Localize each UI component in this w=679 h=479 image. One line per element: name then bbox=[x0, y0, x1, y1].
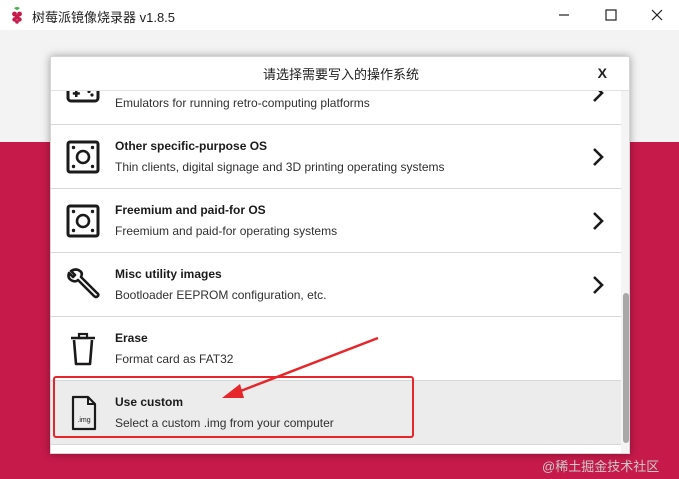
os-select-dialog: 请选择需要写入的操作系统 X Emulators for running ret… bbox=[50, 56, 630, 454]
item-description: Thin clients, digital signage and 3D pri… bbox=[115, 160, 445, 174]
list-item-use-custom[interactable]: .img Use custom Select a custom .img fro… bbox=[51, 381, 621, 445]
item-name: Use custom bbox=[115, 395, 184, 409]
img-file-icon: .img bbox=[71, 395, 97, 431]
chevron-right-icon bbox=[593, 212, 604, 230]
gamepad-icon bbox=[66, 91, 100, 103]
img-file-icon-label: .img bbox=[77, 417, 90, 424]
dialog-title: 请选择需要写入的操作系统 bbox=[262, 67, 419, 82]
item-description: Bootloader EEPROM configuration, etc. bbox=[115, 288, 327, 302]
list-scrollbar[interactable] bbox=[621, 91, 629, 453]
window-titlebar: 树莓派镜像烧录器 v1.8.5 bbox=[0, 0, 679, 30]
os-list: Emulators for running retro-computing pl… bbox=[51, 91, 621, 453]
trash-icon bbox=[71, 332, 95, 366]
raspberry-icon bbox=[12, 7, 22, 24]
maximize-icon bbox=[605, 9, 617, 21]
minimize-button[interactable] bbox=[541, 0, 587, 30]
board-icon bbox=[66, 204, 100, 238]
window-title: 树莓派镜像烧录器 v1.8.5 bbox=[32, 10, 176, 25]
list-item-misc-utility[interactable]: Misc utility images Bootloader EEPROM co… bbox=[51, 253, 621, 317]
list-item-other-specific-os[interactable]: Other specific-purpose OS Thin clients, … bbox=[51, 125, 621, 189]
close-icon bbox=[651, 9, 663, 21]
window-close-button[interactable] bbox=[634, 0, 679, 30]
dialog-header: 请选择需要写入的操作系统 X bbox=[51, 57, 629, 91]
chevron-right-icon bbox=[593, 91, 604, 102]
maximize-button[interactable] bbox=[588, 0, 634, 30]
item-description: Format card as FAT32 bbox=[115, 352, 234, 366]
list-item-freemium-os[interactable]: Freemium and paid-for OS Freemium and pa… bbox=[51, 189, 621, 253]
item-name: Erase bbox=[115, 331, 148, 345]
chevron-right-icon bbox=[593, 148, 604, 166]
item-description: Freemium and paid-for operating systems bbox=[115, 224, 338, 238]
item-description: Emulators for running retro-computing pl… bbox=[115, 96, 370, 110]
item-name: Other specific-purpose OS bbox=[115, 139, 268, 153]
chevron-right-icon bbox=[593, 276, 604, 294]
watermark: @稀土掘金技术社区 bbox=[542, 459, 660, 474]
wrench-icon bbox=[67, 268, 100, 299]
item-description: Select a custom .img from your computer bbox=[115, 416, 334, 430]
board-icon bbox=[66, 140, 100, 174]
minimize-icon bbox=[559, 14, 569, 16]
list-item-emulation[interactable]: Emulators for running retro-computing pl… bbox=[51, 91, 621, 125]
item-name: Freemium and paid-for OS bbox=[115, 203, 266, 217]
list-item-erase[interactable]: Erase Format card as FAT32 bbox=[51, 317, 621, 381]
dialog-close-button[interactable]: X bbox=[598, 65, 607, 81]
scrollbar-thumb[interactable] bbox=[623, 293, 629, 443]
item-name: Misc utility images bbox=[115, 267, 222, 281]
